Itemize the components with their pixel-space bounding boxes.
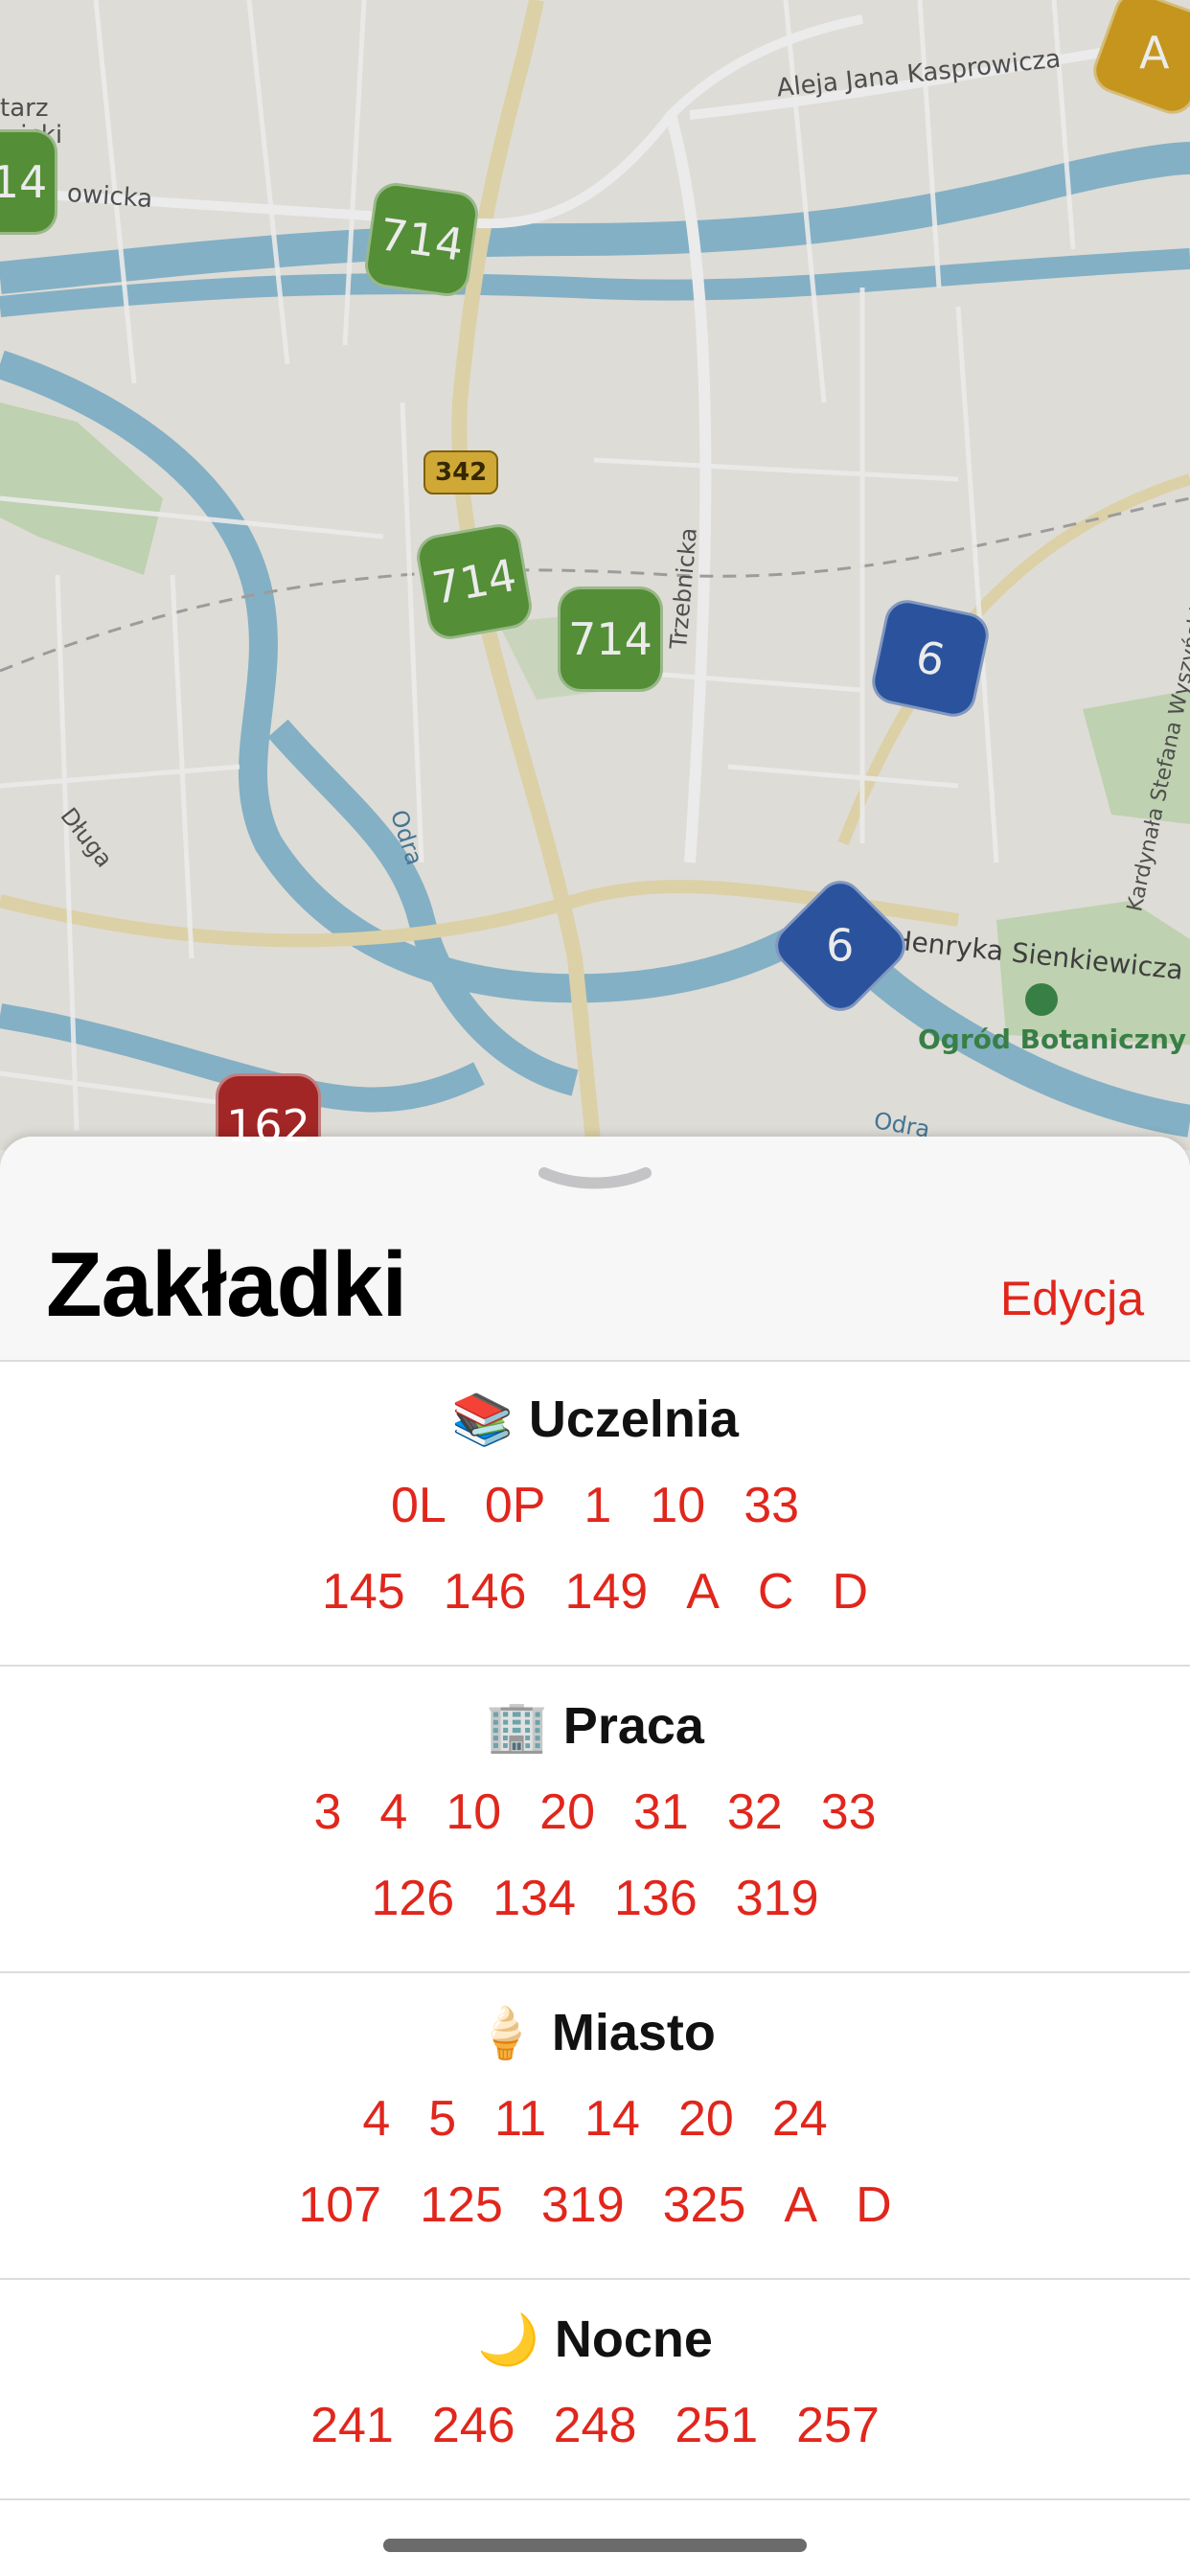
line-link[interactable]: 319 [736,1870,819,1927]
marker-label: 714 [568,613,652,665]
group-name: Nocne [554,2311,713,2368]
marker-label: 6 [826,920,855,972]
line-link[interactable]: 5 [428,2090,456,2148]
line-link[interactable]: 136 [614,1870,698,1927]
line-link[interactable]: 0L [391,1477,446,1534]
bookmark-group: 🍦 Miasto 4 5 11 14 20 24 107 125 319 325 A D [0,1973,1190,2280]
garden-label: Ogród Botaniczny [918,1024,1187,1055]
line-link[interactable]: 248 [554,2397,637,2454]
line-link[interactable]: A [686,1563,720,1621]
line-link[interactable]: 20 [539,1783,595,1841]
line-link[interactable]: 126 [371,1870,454,1927]
marker-label: 714 [428,548,520,615]
group-icon: 🍦 [474,2004,537,2062]
vehicle-marker[interactable]: 162 [216,1073,321,1150]
line-link[interactable]: 0P [485,1477,546,1534]
home-indicator[interactable] [383,2539,807,2552]
group-title: 🏢 Praca [0,1691,1190,1760]
marker-label: 6 [911,630,950,687]
line-link[interactable]: 24 [772,2090,828,2148]
line-row: 4 5 11 14 20 24 [0,2084,1190,2153]
line-link[interactable]: 1 [584,1477,611,1534]
line-link[interactable]: D [856,2176,892,2234]
line-link[interactable]: 33 [821,1783,877,1841]
group-name: Miasto [551,2004,716,2061]
line-link[interactable]: 125 [420,2176,503,2234]
bookmarks-sheet: Zakładki Edycja 📚 Uczelnia 0L 0P 1 10 33 145 146… [0,1137,1190,2576]
vehicle-marker[interactable]: 714 [558,586,663,692]
line-row: 145 146 149 A C D [0,1557,1190,1626]
line-row: 126 134 136 319 [0,1864,1190,1933]
line-link[interactable]: 20 [678,2090,734,2148]
bookmark-group: 📚 Uczelnia 0L 0P 1 10 33 145 146 149 A C D [0,1360,1190,1667]
line-link[interactable]: D [832,1563,868,1621]
line-link[interactable]: 4 [362,2090,390,2148]
line-link[interactable]: 325 [663,2176,746,2234]
line-link[interactable]: 10 [650,1477,705,1534]
line-link[interactable]: 11 [494,2090,546,2148]
bookmark-group: 🌙 Nocne 241 246 248 251 257 [0,2280,1190,2500]
group-name: Uczelnia [528,1391,739,1448]
line-link[interactable]: 107 [298,2176,381,2234]
line-link[interactable]: C [758,1563,794,1621]
park-icon [1025,983,1058,1016]
line-row: 0L 0P 1 10 33 [0,1471,1190,1540]
street-label-partial: tarz [0,94,49,123]
marker-label: 714 [376,208,468,271]
group-title: 🌙 Nocne [0,2305,1190,2374]
line-link[interactable]: 32 [727,1783,783,1841]
vehicle-marker[interactable]: 714 [413,520,536,643]
marker-label: 162 [226,1100,310,1150]
line-link[interactable]: 241 [310,2397,394,2454]
vehicle-marker[interactable]: 714 [361,179,482,300]
line-link[interactable]: 257 [796,2397,880,2454]
road-shield: 342 [423,450,499,494]
street-label-partial-3: owicka [66,178,154,215]
line-row: 107 125 319 325 A D [0,2171,1190,2240]
group-title: 🍦 Miasto [0,1998,1190,2067]
line-link[interactable]: 146 [444,1563,527,1621]
vehicle-marker[interactable]: 14 [0,129,57,235]
line-link[interactable]: 10 [446,1783,501,1841]
line-link[interactable]: 4 [379,1783,407,1841]
line-row: 241 246 248 251 257 [0,2391,1190,2460]
map-base-layer [0,0,1190,1150]
line-link[interactable]: 14 [584,2090,640,2148]
line-link[interactable]: 246 [432,2397,515,2454]
group-title: 📚 Uczelnia [0,1385,1190,1454]
map-view[interactable]: Aleja Jana Kasprowicza Trzebnicka Henryk… [0,0,1190,1150]
vehicle-marker[interactable]: 6 [867,595,994,722]
group-name: Praca [562,1697,704,1755]
line-link[interactable]: 251 [675,2397,758,2454]
bookmark-group: 🏢 Praca 3 4 10 20 31 32 33 126 134 136 319 [0,1667,1190,1973]
line-link[interactable]: 33 [744,1477,799,1534]
group-icon: 🌙 [477,2311,539,2369]
edit-button[interactable]: Edycja [1000,1271,1144,1326]
bookmark-groups: 📚 Uczelnia 0L 0P 1 10 33 145 146 149 A C D 🏢 Praca 3 4 10… [0,1360,1190,2500]
line-link[interactable]: 3 [313,1783,341,1841]
line-link[interactable]: 319 [541,2176,625,2234]
marker-label: A [1139,27,1170,79]
group-icon: 📚 [451,1391,514,1449]
line-link[interactable]: 145 [322,1563,405,1621]
line-link[interactable]: 31 [633,1783,689,1841]
marker-label: 14 [0,156,48,208]
line-link[interactable]: A [784,2176,817,2234]
line-row: 3 4 10 20 31 32 33 [0,1778,1190,1847]
line-link[interactable]: 149 [564,1563,648,1621]
page-title: Zakładki [46,1233,407,1336]
line-link[interactable]: 134 [492,1870,576,1927]
chevron-down-icon[interactable] [537,1165,653,1200]
group-icon: 🏢 [486,1697,548,1756]
sheet-header: Zakładki Edycja [0,1137,1190,1362]
